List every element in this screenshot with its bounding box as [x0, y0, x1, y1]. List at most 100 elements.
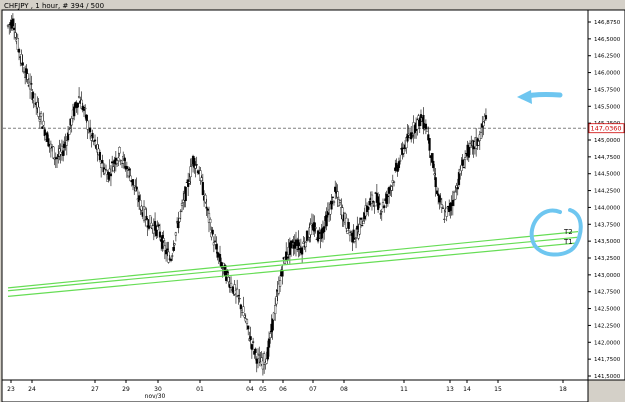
y-tick-label: 144,5000 — [594, 172, 621, 178]
candle-body — [266, 347, 269, 360]
candle-body — [38, 119, 41, 122]
candle-body — [462, 167, 465, 169]
candle-body — [411, 135, 414, 137]
candle-body — [184, 186, 187, 202]
candle-body — [356, 225, 359, 230]
candle-body — [457, 172, 461, 186]
candle-body — [129, 175, 132, 182]
candle-body — [461, 159, 464, 166]
candle-body — [180, 202, 184, 206]
candle-body — [399, 160, 402, 162]
candle-body — [432, 160, 435, 169]
candle-body — [179, 210, 182, 212]
candle-body — [378, 202, 381, 206]
candle-body — [418, 118, 421, 127]
candle-body — [330, 201, 333, 210]
candle-body — [173, 243, 176, 246]
candle-body — [112, 166, 115, 172]
candle-body — [85, 114, 88, 121]
candle-body — [331, 196, 334, 198]
candle-body — [209, 219, 212, 223]
candle-body — [285, 251, 288, 261]
candle-body — [76, 102, 79, 108]
x-tick-label: 07 — [309, 386, 317, 393]
candle-body — [238, 298, 241, 300]
candle-body — [52, 146, 55, 159]
candle-body — [265, 358, 268, 364]
candle-body — [195, 164, 198, 166]
candle-body — [109, 173, 113, 177]
candle-body — [479, 132, 483, 139]
candle-body — [358, 224, 361, 235]
candle-body — [247, 325, 250, 330]
candle-body — [440, 204, 443, 208]
y-tick-label: 146,0000 — [594, 71, 621, 77]
candle-body — [63, 143, 66, 148]
candle-body — [14, 32, 17, 38]
candle-body — [243, 315, 246, 318]
candle-body — [206, 208, 209, 211]
candle-body — [16, 38, 19, 50]
x-tick-label: 05 — [259, 386, 267, 393]
candle-body — [133, 185, 136, 188]
price-chart[interactable]: 146,8750 146,5000 146,2500 146,0000 145,7500… — [0, 0, 625, 402]
candle-body — [236, 288, 239, 297]
candle-body — [313, 222, 316, 232]
current-price-label: 147,0360 — [590, 124, 621, 132]
candle-body — [182, 199, 185, 203]
candle-body — [441, 207, 445, 209]
candle-body — [484, 115, 488, 120]
candle-body — [269, 333, 272, 338]
candle-body — [454, 191, 457, 200]
candle-body — [131, 179, 135, 186]
candle-body — [177, 220, 180, 229]
candle-body — [167, 251, 170, 263]
candle-body — [101, 160, 104, 164]
candle-body — [169, 258, 173, 261]
candle-body — [42, 120, 45, 126]
candle-body — [435, 190, 439, 194]
candle-body — [396, 167, 399, 172]
y-tick-label: 142,2500 — [594, 323, 621, 329]
candle-body — [70, 118, 73, 126]
candle-body — [245, 319, 249, 324]
y-tick-label: 143,2500 — [594, 256, 621, 262]
candle-body — [157, 224, 160, 226]
candle-body — [271, 318, 274, 331]
candle-body — [100, 163, 103, 168]
candle-body — [190, 164, 193, 167]
candle-body — [451, 199, 454, 206]
candle-body — [28, 81, 32, 90]
candle-body — [68, 129, 71, 135]
candle-body — [307, 239, 310, 241]
x-tick-label: 01 — [196, 386, 204, 393]
candle-body — [362, 220, 365, 225]
candle-body — [227, 277, 230, 283]
candle-body — [30, 83, 33, 85]
candle-body — [156, 226, 159, 231]
candle-body — [274, 305, 277, 315]
candle-body — [107, 171, 110, 180]
candle-body — [117, 157, 120, 161]
candle-body — [13, 27, 16, 30]
candle-body — [419, 114, 423, 119]
candle-body — [126, 170, 130, 177]
candle-body — [140, 205, 143, 211]
candle-body — [445, 207, 448, 217]
candle-body — [171, 255, 174, 257]
candle-body — [158, 231, 162, 238]
candle-body — [368, 201, 371, 206]
candle-body — [115, 160, 119, 164]
candle-body — [84, 107, 87, 110]
candle-body — [443, 218, 446, 220]
candle-body — [214, 240, 217, 242]
candle-body — [108, 168, 111, 173]
candle-body — [41, 126, 44, 129]
candle-body — [372, 201, 375, 203]
candle-body — [239, 304, 242, 310]
candle-body — [422, 115, 425, 130]
candle-body — [135, 186, 138, 190]
candle-body — [477, 141, 480, 146]
candle-body — [250, 344, 253, 350]
x-tick-label: 24 — [28, 386, 36, 393]
